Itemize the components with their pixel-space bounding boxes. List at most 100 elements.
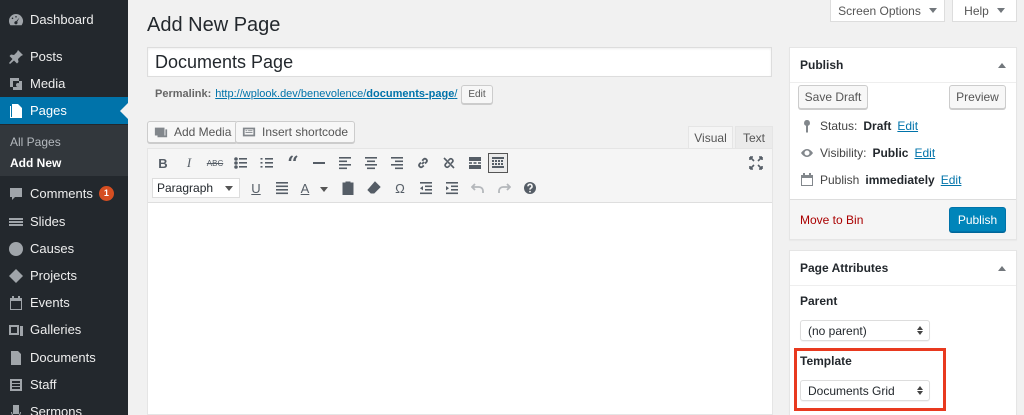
sidebar-item-dashboard[interactable]: Dashboard — [0, 6, 128, 33]
sidebar-item-events[interactable]: Events — [0, 289, 128, 316]
tab-visual[interactable]: Visual — [688, 126, 733, 148]
sidebar-item-galleries[interactable]: Galleries — [0, 316, 128, 343]
sidebar-item-comments[interactable]: Comments 1 — [0, 180, 128, 207]
sidebar-item-label: Projects — [30, 268, 77, 283]
indent-icon[interactable] — [442, 178, 462, 198]
permalink-url-prefix: http://wplook.dev/benevolence/ — [215, 88, 367, 100]
admin-sidebar: Dashboard Posts Media Pages All Pages Ad… — [0, 0, 128, 415]
insert-shortcode-button[interactable]: Insert shortcode — [235, 121, 356, 143]
sidebar-item-label: Documents — [30, 350, 96, 365]
read-more-icon[interactable] — [465, 153, 485, 173]
post-title-input[interactable]: Documents Page — [147, 47, 772, 77]
horizontal-line-icon[interactable] — [309, 153, 329, 173]
publish-date-edit-link[interactable]: Edit — [941, 173, 962, 187]
parent-select-value: (no parent) — [808, 323, 867, 338]
shortcode-icon — [242, 127, 256, 137]
permalink-row: Permalink: http://wplook.dev/benevolence… — [155, 84, 493, 104]
align-left-icon[interactable] — [335, 153, 355, 173]
sidebar-item-label: Sermons — [30, 404, 83, 415]
permalink-edit-button[interactable]: Edit — [461, 84, 493, 104]
eye-icon — [801, 149, 813, 157]
comments-count-badge: 1 — [98, 186, 114, 201]
media-icon — [8, 76, 24, 92]
publish-box-header[interactable]: Publish — [790, 48, 1016, 83]
media-icon — [154, 127, 168, 138]
visibility-label: Visibility: — [820, 146, 867, 160]
sidebar-item-label: Posts — [30, 49, 63, 64]
tab-text[interactable]: Text — [735, 126, 773, 148]
submenu-all-pages[interactable]: All Pages — [10, 135, 61, 149]
text-color-button[interactable]: A — [295, 178, 315, 198]
undo-icon[interactable] — [468, 178, 488, 198]
sidebar-item-label: Staff — [30, 377, 57, 392]
pin-icon — [804, 120, 810, 133]
move-to-bin-link[interactable]: Move to Bin — [800, 213, 863, 227]
insert-shortcode-label: Insert shortcode — [262, 125, 349, 139]
special-character-button[interactable]: Ω — [390, 178, 410, 198]
document-icon — [8, 350, 24, 366]
format-select[interactable]: Paragraph — [152, 178, 240, 198]
page-title: Add New Page — [147, 14, 281, 36]
chevron-up-icon[interactable] — [998, 62, 1006, 68]
strikethrough-button[interactable]: ABC — [205, 153, 225, 173]
publish-box: Publish Save Draft Preview Status: Draft… — [789, 47, 1017, 240]
sidebar-item-sermons[interactable]: Sermons — [0, 398, 128, 415]
bold-button[interactable]: B — [153, 153, 173, 173]
sidebar-item-staff[interactable]: Staff — [0, 371, 128, 398]
outdent-icon[interactable] — [416, 178, 436, 198]
align-right-icon[interactable] — [387, 153, 407, 173]
sidebar-item-projects[interactable]: Projects — [0, 262, 128, 289]
sidebar-item-posts[interactable]: Posts — [0, 43, 128, 70]
chevron-down-icon — [996, 8, 1005, 13]
remove-link-icon[interactable] — [439, 153, 459, 173]
publish-box-title: Publish — [800, 58, 844, 72]
chevron-up-icon[interactable] — [998, 265, 1006, 271]
chevron-down-icon[interactable] — [320, 187, 328, 192]
blockquote-button[interactable]: “ — [283, 151, 303, 175]
publish-date-row: Publish immediately Edit — [800, 173, 961, 187]
help-button[interactable]: Help — [952, 0, 1017, 22]
sidebar-item-label: Events — [30, 295, 70, 310]
submenu-add-new[interactable]: Add New — [10, 156, 61, 170]
comment-icon — [8, 186, 24, 202]
sidebar-item-pages[interactable]: Pages — [0, 97, 128, 124]
preview-button[interactable]: Preview — [949, 85, 1006, 109]
clear-formatting-icon[interactable] — [364, 178, 384, 198]
template-highlight-box — [794, 348, 946, 411]
permalink-link[interactable]: http://wplook.dev/benevolence/documents-… — [215, 88, 457, 100]
sidebar-item-media[interactable]: Media — [0, 70, 128, 97]
fullscreen-icon[interactable] — [746, 153, 766, 173]
page-attributes-header[interactable]: Page Attributes — [790, 251, 1016, 286]
screen-options-button[interactable]: Screen Options — [830, 0, 945, 22]
help-label: Help — [964, 3, 989, 18]
causes-icon — [8, 241, 24, 257]
underline-button[interactable]: U — [246, 178, 266, 198]
italic-button[interactable]: I — [179, 153, 199, 173]
sidebar-item-label: Slides — [30, 214, 66, 229]
sidebar-item-label: Media — [30, 76, 66, 91]
permalink-label: Permalink: — [155, 88, 212, 100]
visibility-edit-link[interactable]: Edit — [914, 146, 935, 160]
sidebar-item-slides[interactable]: Slides — [0, 208, 128, 235]
pages-submenu: All Pages Add New — [0, 125, 128, 176]
publish-button[interactable]: Publish — [949, 207, 1006, 232]
status-edit-link[interactable]: Edit — [897, 119, 918, 133]
visibility-row: Visibility: Public Edit — [800, 146, 935, 160]
paste-text-icon[interactable] — [338, 178, 358, 198]
justify-icon[interactable] — [272, 178, 292, 198]
align-center-icon[interactable] — [361, 153, 381, 173]
insert-link-icon[interactable] — [413, 153, 433, 173]
sidebar-item-documents[interactable]: Documents — [0, 344, 128, 371]
sidebar-item-causes[interactable]: Causes — [0, 235, 128, 262]
save-draft-button[interactable]: Save Draft — [798, 85, 868, 109]
parent-label: Parent — [800, 294, 838, 308]
numbered-list-icon[interactable] — [257, 153, 277, 173]
help-icon[interactable] — [520, 178, 540, 198]
dashboard-icon — [8, 12, 24, 28]
toolbar-toggle-icon[interactable] — [488, 153, 508, 173]
redo-icon[interactable] — [494, 178, 514, 198]
add-media-button[interactable]: Add Media — [147, 121, 239, 143]
status-value: Draft — [863, 119, 892, 133]
parent-select[interactable]: (no parent) — [800, 320, 930, 341]
bullet-list-icon[interactable] — [231, 153, 251, 173]
